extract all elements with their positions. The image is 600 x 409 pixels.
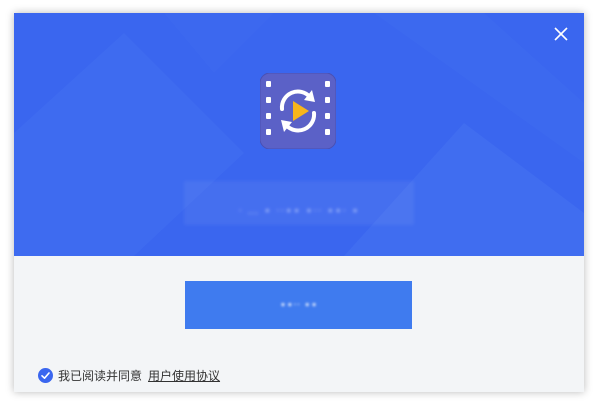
close-button[interactable] xyxy=(550,23,572,45)
agreement-link[interactable]: 用户使用协议 xyxy=(148,367,220,384)
app-name: · … ∙ ··∙∙ ∙·· ∙∙· ∙ xyxy=(184,181,414,225)
installer-window: · … ∙ ··∙∙ ∙·· ∙∙· ∙ ∙∙·· ∙∙ 我已阅读并同意 用户使… xyxy=(14,13,584,392)
agree-text: 我已阅读并同意 xyxy=(58,368,143,383)
install-button-label: ∙∙·· ∙∙ xyxy=(279,298,318,311)
install-button[interactable]: ∙∙·· ∙∙ xyxy=(185,281,412,329)
header-banner: · … ∙ ··∙∙ ∙·· ∙∙· ∙ xyxy=(14,13,584,256)
video-converter-icon xyxy=(259,72,337,150)
close-icon xyxy=(554,27,568,41)
check-icon xyxy=(41,371,50,379)
agree-checkbox[interactable] xyxy=(38,367,53,383)
agreement-row: 我已阅读并同意 用户使用协议 xyxy=(38,366,220,384)
